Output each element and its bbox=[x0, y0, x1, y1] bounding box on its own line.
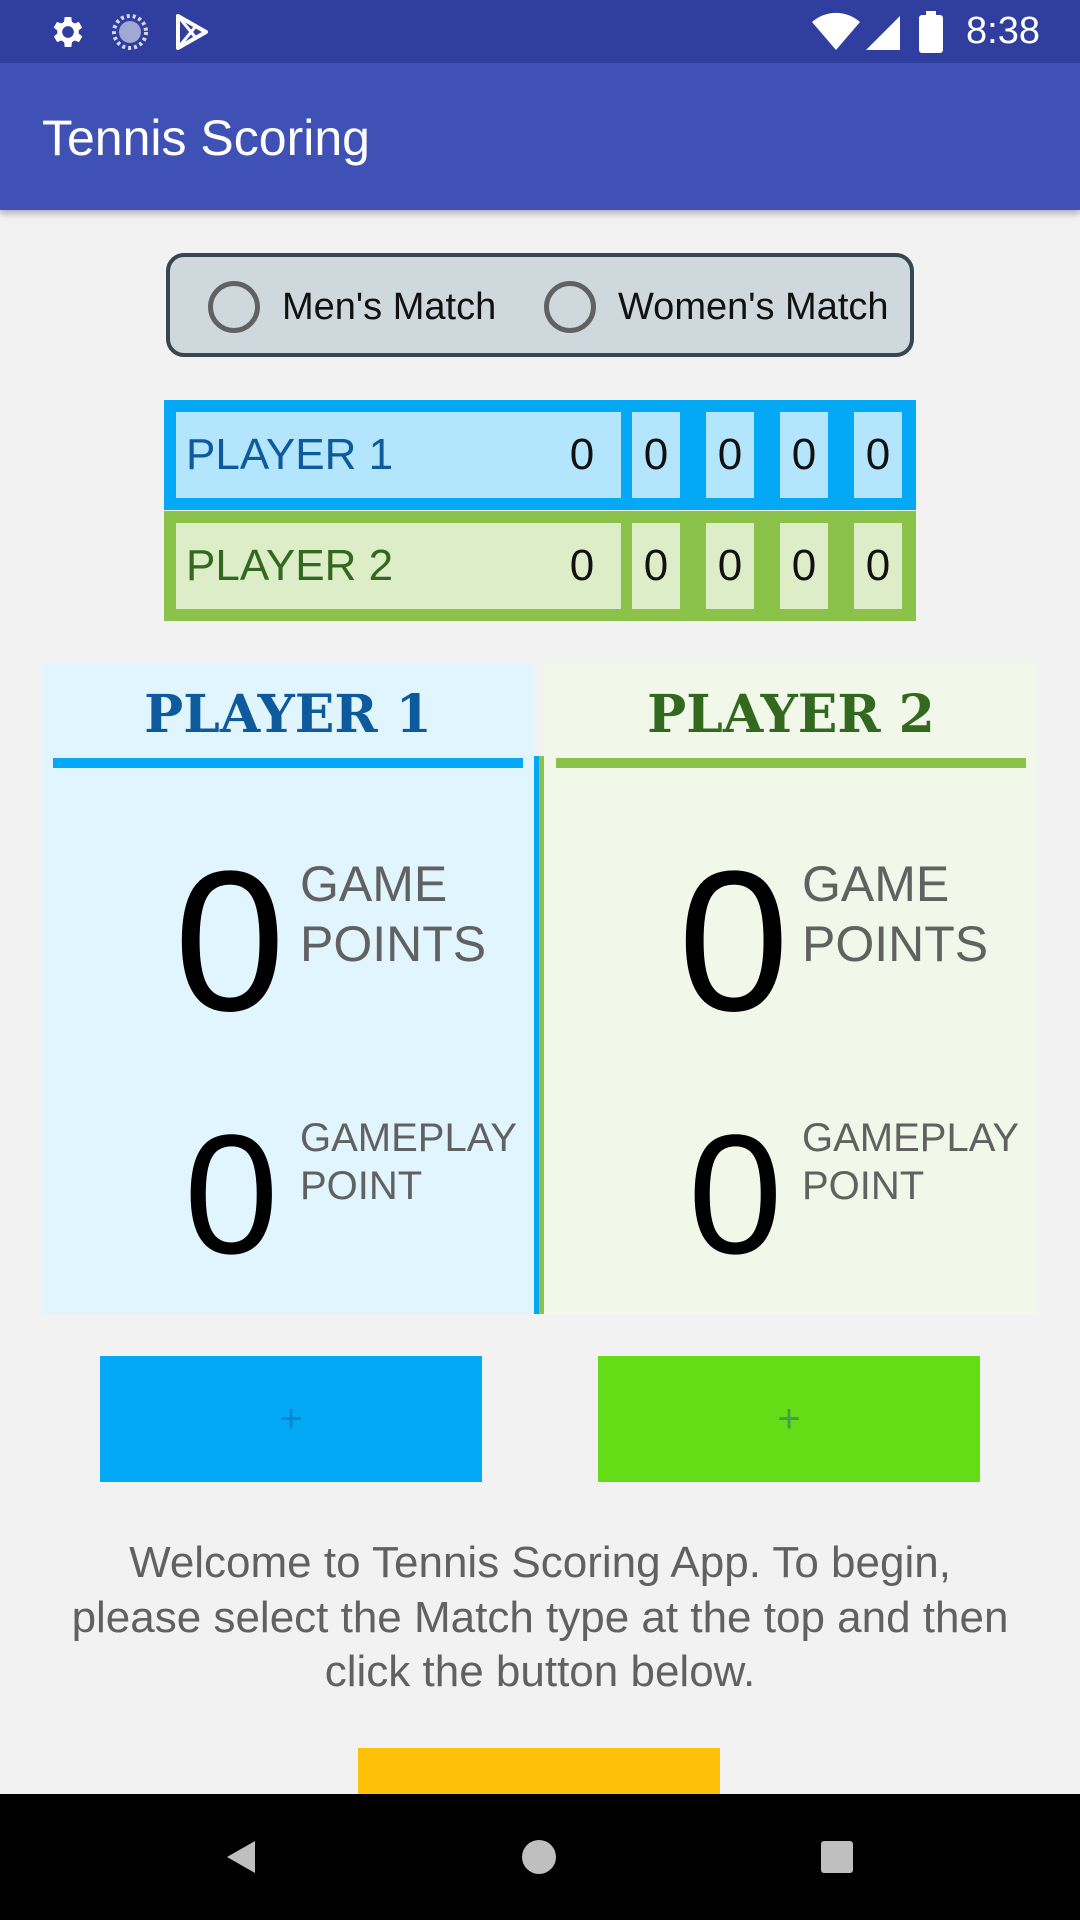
app-bar: Tennis Scoring bbox=[0, 63, 1080, 210]
recents-icon[interactable] bbox=[804, 1824, 870, 1890]
match-type-group: Men's Match Women's Match bbox=[166, 253, 914, 357]
home-icon[interactable] bbox=[506, 1824, 572, 1890]
scoreboard-player2-set-5: 0 bbox=[854, 523, 902, 609]
sync-icon bbox=[110, 12, 150, 52]
scoreboard-player1-set-3: 0 bbox=[706, 412, 754, 498]
player2-gameplay-point-label: GAMEPLAY POINT bbox=[802, 1116, 1019, 1208]
welcome-message: Welcome to Tennis Scoring App. To begin,… bbox=[71, 1538, 1009, 1697]
scoreboard-player1-set-4: 0 bbox=[780, 412, 828, 498]
status-time: 8:38 bbox=[966, 10, 1040, 52]
navigation-bar bbox=[0, 1794, 1080, 1920]
player1-game-points-label: GAME POINTS bbox=[300, 856, 487, 972]
scoreboard-player1-set-5: 0 bbox=[854, 412, 902, 498]
player1-add-point-button[interactable]: + bbox=[100, 1356, 482, 1482]
panel-divider bbox=[534, 756, 544, 1314]
scoreboard-player1-name: PLAYER 1 bbox=[176, 412, 621, 498]
player2-game-points-label: GAME POINTS bbox=[802, 856, 989, 972]
scoreboard-player2-set-1: 0 bbox=[558, 523, 606, 609]
back-icon[interactable] bbox=[208, 1824, 274, 1890]
player2-title-underline bbox=[556, 758, 1026, 768]
wifi-icon bbox=[810, 12, 862, 52]
scoreboard-player1-set-1: 0 bbox=[558, 412, 606, 498]
player2-panel-title: PLAYER 2 bbox=[647, 684, 935, 745]
scoreboard-player2-set-3: 0 bbox=[706, 523, 754, 609]
status-bar: 8:38 bbox=[0, 0, 1080, 63]
womens-match-label[interactable]: Women's Match bbox=[618, 286, 889, 329]
player1-gameplay-point-label: GAMEPLAY POINT bbox=[300, 1116, 517, 1208]
player2-add-point-button[interactable]: + bbox=[598, 1356, 980, 1482]
app-title: Tennis Scoring bbox=[42, 110, 370, 166]
scoreboard-player2-set-4: 0 bbox=[780, 523, 828, 609]
settings-icon bbox=[48, 12, 88, 52]
player1-panel: PLAYER 1 0 GAME POINTS 0 GAMEPLAY POINT bbox=[42, 664, 534, 1314]
radio-circle-icon[interactable] bbox=[544, 281, 596, 333]
battery-icon bbox=[916, 11, 946, 53]
mens-match-radio[interactable]: Men's Match bbox=[208, 279, 496, 335]
player2-gameplay-point: 0 bbox=[688, 1100, 783, 1290]
scoreboard-row-player2: PLAYER 2 0 0 0 0 0 0 bbox=[164, 511, 916, 621]
player1-title-underline bbox=[53, 758, 523, 768]
player2-game-points: 0 bbox=[678, 830, 790, 1053]
player1-panel-title: PLAYER 1 bbox=[144, 684, 432, 745]
play-store-icon bbox=[172, 12, 212, 52]
scoreboard-row-player1: PLAYER 1 0 0 0 0 0 0 bbox=[164, 400, 916, 510]
player1-game-points: 0 bbox=[174, 830, 286, 1053]
player1-gameplay-point: 0 bbox=[184, 1100, 279, 1290]
scoreboard-player2-set-2: 0 bbox=[632, 523, 680, 609]
radio-circle-icon[interactable] bbox=[208, 281, 260, 333]
start-button[interactable] bbox=[358, 1748, 720, 1794]
player2-panel: PLAYER 2 0 GAME POINTS 0 GAMEPLAY POINT bbox=[544, 664, 1038, 1314]
signal-icon bbox=[864, 12, 904, 52]
scoreboard-player1-set-2: 0 bbox=[632, 412, 680, 498]
womens-match-radio[interactable]: Women's Match bbox=[544, 279, 889, 335]
scoreboard-player2-name: PLAYER 2 bbox=[176, 523, 621, 609]
mens-match-label[interactable]: Men's Match bbox=[282, 286, 496, 329]
